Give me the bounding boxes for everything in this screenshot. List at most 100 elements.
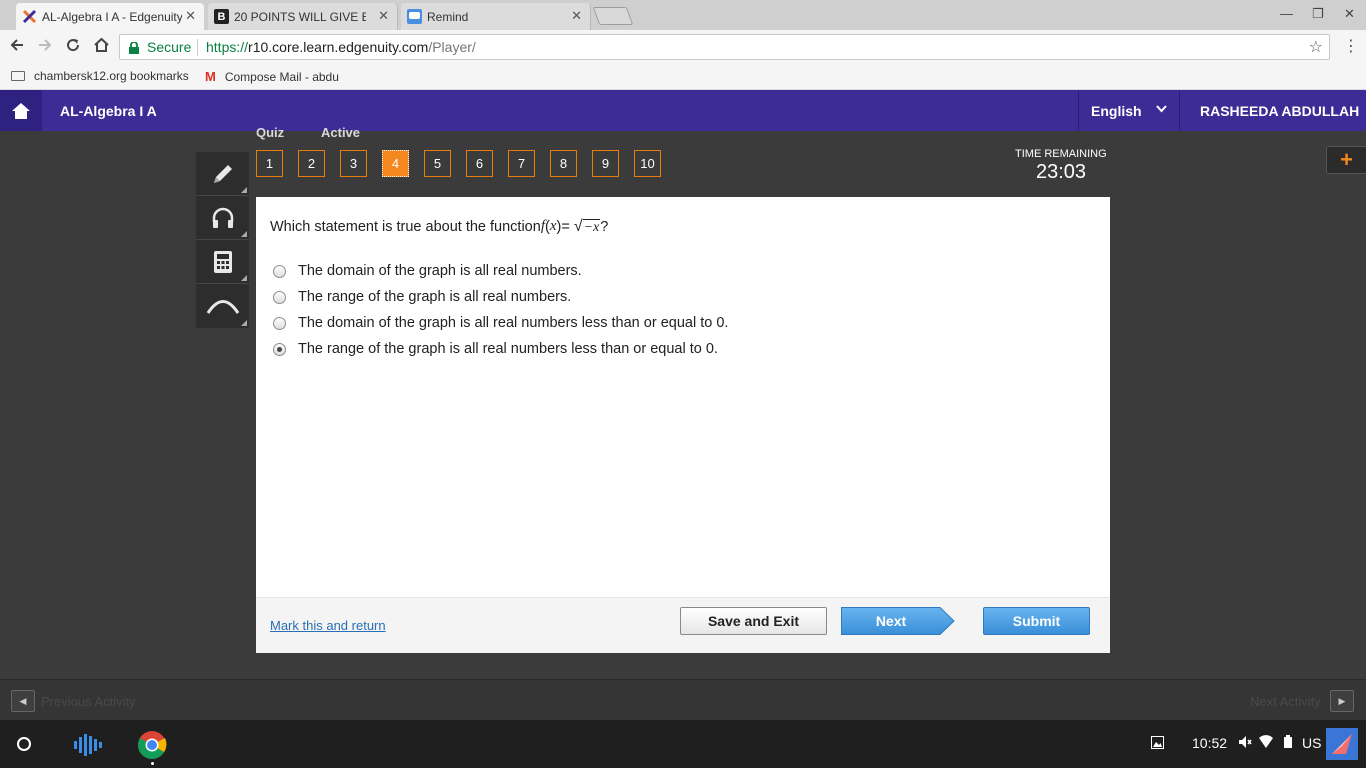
chrome-icon[interactable] [137, 730, 167, 765]
next-activity-label: Next Activity [1250, 694, 1321, 709]
browser-tab-edgenuity[interactable]: AL-Algebra I A - Edgenuity ✕ [16, 3, 204, 30]
browser-tab-remind[interactable]: Remind ✕ [401, 3, 591, 30]
chevron-down-icon [1156, 102, 1167, 116]
user-name[interactable]: RASHEEDA ABDULLAH [1200, 103, 1359, 119]
tab-title: AL-Algebra I A - Edgenuity [42, 9, 182, 24]
question-number-button[interactable]: 6 [466, 150, 493, 177]
language-label: English [1091, 103, 1142, 119]
calculator-tool-button[interactable] [196, 240, 249, 284]
answer-option[interactable]: The domain of the graph is all real numb… [273, 261, 582, 281]
next-button[interactable]: Next [841, 607, 955, 635]
expand-corner [241, 231, 247, 237]
browser-toolbar: Secure https://r10.core.learn.edgenuity.… [0, 30, 1366, 64]
os-shelf: 10:52 US [0, 720, 1366, 768]
answer-text: The domain of the graph is all real numb… [298, 315, 729, 331]
mark-and-return-link[interactable]: Mark this and return [270, 618, 386, 633]
url-text: https://r10.core.learn.edgenuity.com/Pla… [206, 39, 476, 55]
question-number-button[interactable]: 8 [550, 150, 577, 177]
voice-recorder-icon[interactable] [72, 730, 102, 760]
caret-right-icon: ▶ [1338, 695, 1346, 706]
home-icon[interactable] [93, 37, 110, 58]
remind-chat-icon [407, 9, 422, 24]
mute-icon[interactable] [1238, 735, 1252, 752]
back-arrow-icon[interactable] [9, 37, 25, 58]
pencil-tool-button[interactable] [196, 152, 249, 196]
audio-tool-button[interactable] [196, 196, 249, 240]
question-number-button[interactable]: 9 [592, 150, 619, 177]
browser-tab-brainly[interactable]: B 20 POINTS WILL GIVE BRAINLIEST ✕ [208, 3, 398, 30]
radio-button-selected[interactable] [273, 342, 286, 356]
calculator-icon [213, 250, 232, 273]
tools-panel [196, 152, 249, 328]
answer-option-selected[interactable]: The range of the graph is all real numbe… [273, 339, 718, 359]
image-icon[interactable] [1151, 736, 1164, 752]
answer-option[interactable]: The domain of the graph is all real numb… [273, 313, 728, 333]
formula-tool-button[interactable] [196, 284, 249, 328]
course-title: AL-Algebra I A [60, 103, 157, 119]
restore-icon[interactable]: ❐ [1312, 6, 1324, 22]
submit-button[interactable]: Submit [983, 607, 1090, 635]
user-avatar[interactable] [1326, 728, 1358, 760]
question-footer: Mark this and return Save and Exit Next … [256, 597, 1110, 653]
edgenuity-x-icon [22, 9, 37, 24]
close-window-icon[interactable]: ✕ [1344, 6, 1355, 22]
close-tab-icon[interactable]: ✕ [378, 8, 389, 24]
previous-activity-button[interactable]: ◀ [11, 690, 35, 712]
minimize-icon[interactable]: — [1280, 6, 1293, 21]
language-select[interactable]: English [1078, 90, 1180, 131]
forward-arrow-icon[interactable] [37, 37, 53, 58]
battery-icon[interactable] [1284, 735, 1292, 751]
question-number-button-current[interactable]: 4 [382, 150, 409, 177]
question-card: Which statement is true about the functi… [256, 197, 1110, 653]
next-label: Next [875, 613, 907, 629]
question-number-button[interactable]: 5 [424, 150, 451, 177]
browser-menu-icon[interactable]: ⋮ [1343, 36, 1359, 56]
activity-type-label: Quiz [256, 125, 285, 140]
question-number-button[interactable]: 1 [256, 150, 283, 177]
launcher-icon[interactable] [17, 737, 31, 751]
square-root-expression: √ −x [573, 217, 601, 235]
expand-corner [241, 275, 247, 281]
locale-label[interactable]: US [1302, 735, 1321, 751]
question-number-button[interactable]: 3 [340, 150, 367, 177]
question-number-button[interactable]: 10 [634, 150, 661, 177]
tab-title: Remind [427, 9, 469, 24]
radio-button[interactable] [273, 290, 286, 304]
secure-label: Secure [147, 39, 192, 55]
expand-corner [241, 320, 247, 326]
home-button[interactable] [0, 90, 42, 131]
time-remaining-value: 23:03 [1036, 161, 1087, 183]
caret-left-icon: ◀ [19, 695, 27, 706]
previous-activity-label: Previous Activity [41, 694, 136, 709]
close-tab-icon[interactable]: ✕ [185, 8, 196, 24]
plus-icon: + [1340, 147, 1353, 172]
lock-icon [129, 41, 139, 54]
divider [197, 39, 198, 56]
caret-arch-icon [206, 300, 239, 314]
address-bar[interactable]: Secure https://r10.core.learn.edgenuity.… [119, 34, 1330, 60]
close-tab-icon[interactable]: ✕ [571, 8, 582, 24]
reload-icon[interactable] [65, 37, 81, 58]
question-number-button[interactable]: 2 [298, 150, 325, 177]
question-number-button[interactable]: 7 [508, 150, 535, 177]
radio-button[interactable] [273, 316, 286, 330]
bookmark-compose-mail[interactable]: M Compose Mail - abdu [205, 69, 340, 84]
clock-time[interactable]: 10:52 [1192, 735, 1227, 751]
question-text: Which statement is true about the functi… [270, 217, 609, 235]
browser-tab-strip: AL-Algebra I A - Edgenuity ✕ B 20 POINTS… [0, 0, 1366, 30]
bookmark-star-icon[interactable]: ☆ [1309, 37, 1323, 57]
gmail-icon: M [205, 69, 216, 84]
app-header: AL-Algebra I A English RASHEEDA ABDULLAH [0, 90, 1366, 131]
answer-text: The range of the graph is all real numbe… [298, 341, 718, 357]
expand-panel-button[interactable]: + [1326, 146, 1366, 174]
new-tab-button[interactable] [592, 7, 634, 25]
next-activity-button[interactable]: ▶ [1330, 690, 1354, 712]
save-and-exit-button[interactable]: Save and Exit [680, 607, 827, 635]
radio-button[interactable] [273, 264, 286, 278]
bookmark-folder-chambersk12[interactable]: chambersk12.org bookmarks [11, 69, 189, 83]
pencil-icon [213, 164, 232, 183]
answer-option[interactable]: The range of the graph is all real numbe… [273, 287, 571, 307]
wifi-icon[interactable] [1259, 735, 1273, 751]
answer-text: The range of the graph is all real numbe… [298, 289, 572, 305]
home-icon [12, 102, 30, 119]
